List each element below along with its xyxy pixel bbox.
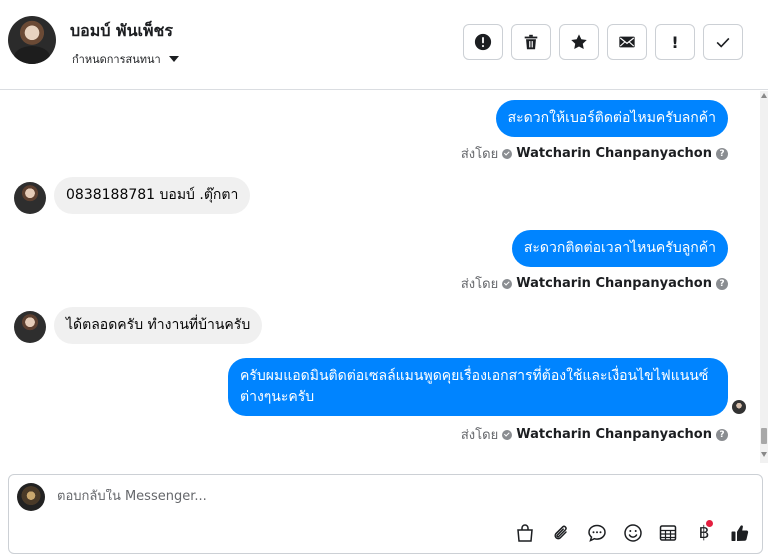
like-button[interactable]	[729, 522, 751, 544]
incoming-message-bubble[interactable]: 0838188781 บอมบ์ .ตุ๊กตา	[54, 177, 251, 214]
agent-name[interactable]: Watcharin Chanpanyachon	[516, 276, 712, 291]
shopping-bag-icon	[517, 524, 533, 542]
help-icon[interactable]: ?	[716, 428, 728, 441]
table-button[interactable]	[657, 522, 679, 544]
scrollbar-thumb[interactable]	[761, 428, 767, 444]
outgoing-message-bubble[interactable]: สะดวกให้เบอร์ติดต่อไหมครับลกค้า	[495, 100, 728, 137]
agent-name[interactable]: Watcharin Chanpanyachon	[516, 427, 712, 442]
verified-check-icon	[502, 278, 513, 289]
thread-scrollbar[interactable]	[760, 91, 768, 463]
help-icon[interactable]: ?	[716, 147, 728, 160]
assign-conversation-dropdown[interactable]: กำหนดการสนทนา	[72, 50, 179, 68]
shopping-bag-button[interactable]	[514, 522, 536, 544]
contact-avatar-small[interactable]	[14, 311, 46, 343]
emoji-icon	[624, 524, 642, 542]
contact-avatar-small[interactable]	[14, 182, 46, 214]
alert-circle-icon	[474, 33, 492, 51]
saved-reply-button[interactable]	[586, 522, 608, 544]
star-button[interactable]	[559, 24, 599, 60]
page-avatar	[17, 483, 45, 511]
mark-unread-button[interactable]	[607, 24, 647, 60]
sent-by-label: ส่งโดย	[460, 428, 499, 443]
emoji-button[interactable]	[622, 522, 644, 544]
saved-reply-icon	[588, 524, 606, 542]
sent-by-row: ส่งโดย Watcharin Chanpanyachon ?	[461, 424, 728, 445]
outgoing-message-bubble[interactable]: สะดวกติดต่อเวลาไหนครับลูกค้า	[511, 230, 728, 267]
table-icon	[659, 525, 677, 541]
assign-label: กำหนดการสนทนา	[72, 53, 161, 66]
reply-composer: ฿	[8, 474, 763, 554]
delete-button[interactable]	[511, 24, 551, 60]
done-button[interactable]	[703, 24, 743, 60]
follow-up-button[interactable]: !	[655, 24, 695, 60]
scroll-down-arrow-icon[interactable]	[761, 452, 767, 457]
conversation-header: บอมบ์ พันเพ็ชร กำหนดการสนทนา !	[0, 0, 768, 90]
sent-by-row: ส่งโดย Watcharin Chanpanyachon ?	[461, 273, 728, 294]
spam-button[interactable]	[463, 24, 503, 60]
like-icon	[731, 525, 749, 541]
paperclip-icon	[554, 525, 567, 540]
seen-avatar	[732, 400, 746, 414]
verified-check-icon	[502, 429, 513, 440]
caret-down-icon	[168, 56, 179, 62]
star-icon	[571, 34, 587, 50]
notification-dot	[706, 520, 713, 527]
outgoing-message-bubble[interactable]: ครับผมแอดมินติดต่อเซลล์แมนพูดคุยเรื่องเอ…	[228, 358, 728, 416]
sent-by-label: ส่งโดย	[460, 147, 499, 162]
envelope-icon	[619, 36, 635, 48]
contact-avatar[interactable]	[8, 16, 56, 64]
verified-check-icon	[502, 148, 513, 159]
sent-by-label: ส่งโดย	[460, 277, 499, 292]
agent-name[interactable]: Watcharin Chanpanyachon	[516, 146, 712, 161]
exclamation-icon: !	[671, 32, 679, 52]
payment-button[interactable]: ฿	[693, 520, 715, 544]
checkmark-icon	[716, 37, 730, 48]
attach-button[interactable]	[550, 522, 572, 544]
contact-name[interactable]: บอมบ์ พันเพ็ชร	[70, 19, 173, 44]
message-thread[interactable]: สะดวกให้เบอร์ติดต่อไหมครับลกค้า ส่งโดย W…	[0, 91, 760, 463]
trash-icon	[524, 34, 538, 50]
incoming-message-bubble[interactable]: ได้ตลอดครับ ทำงานที่บ้านครับ	[54, 307, 263, 344]
scroll-up-arrow-icon[interactable]	[761, 93, 767, 98]
reply-input[interactable]	[57, 489, 657, 504]
help-icon[interactable]: ?	[716, 277, 728, 290]
sent-by-row: ส่งโดย Watcharin Chanpanyachon ?	[461, 143, 728, 164]
